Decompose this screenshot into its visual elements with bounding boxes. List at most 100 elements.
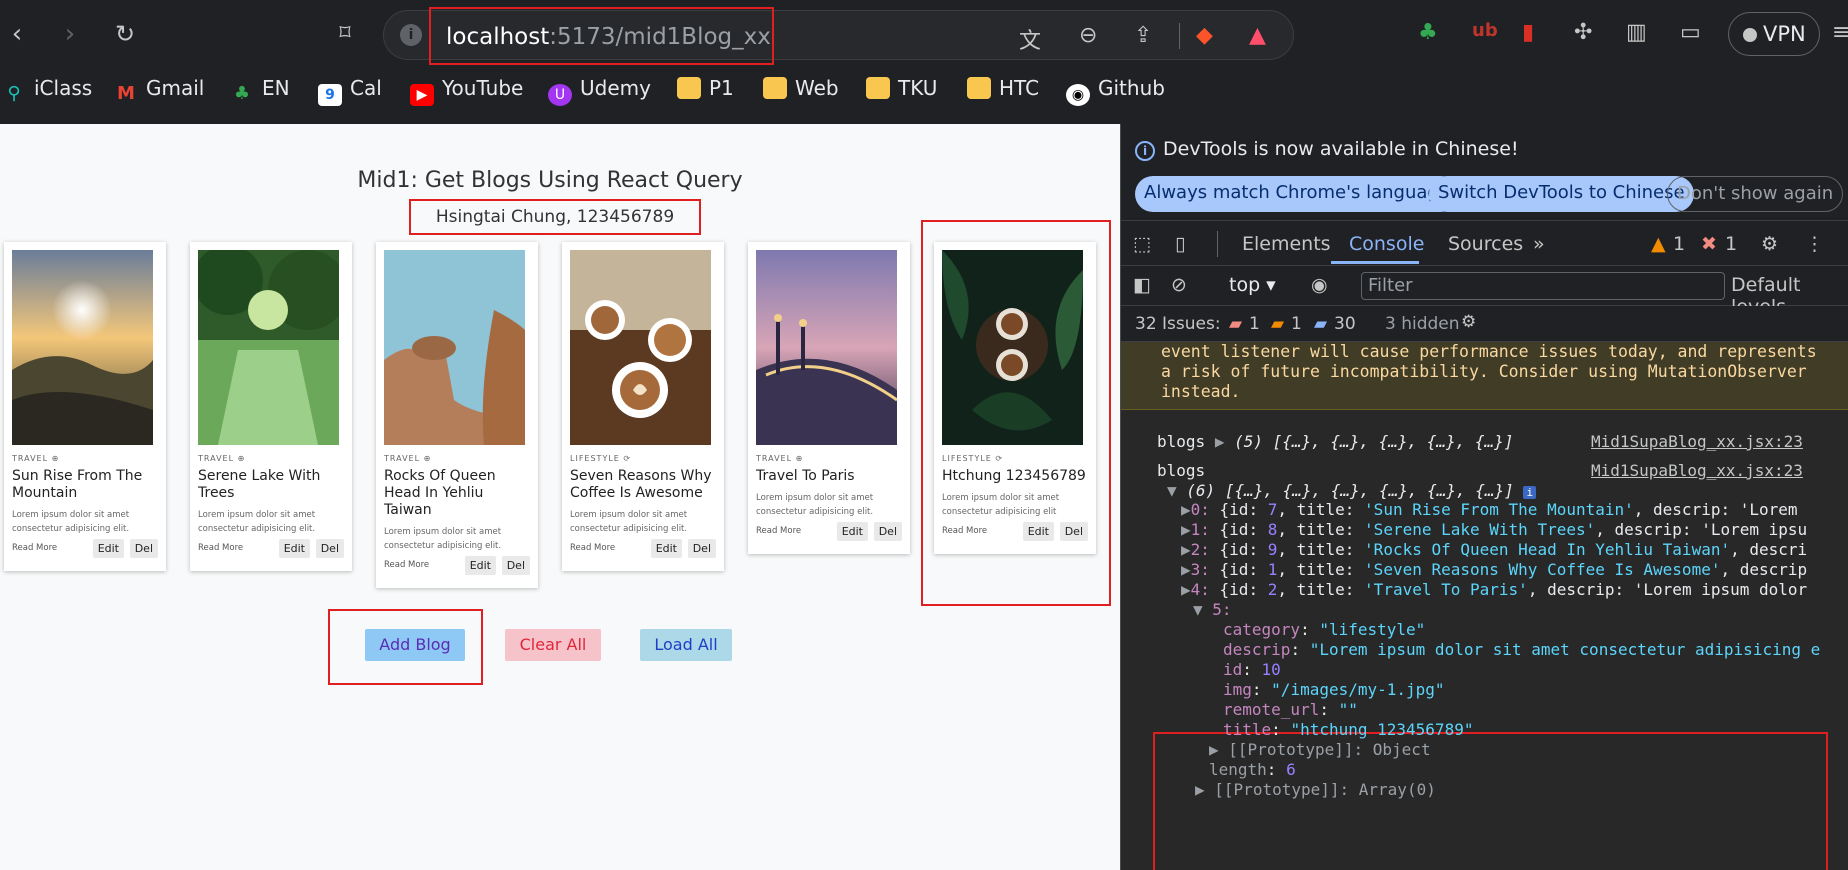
sidebar-toggle-icon[interactable]: ◧ bbox=[1133, 274, 1151, 296]
settings-gear-icon[interactable]: ⚙ bbox=[1761, 233, 1778, 255]
match-language-button[interactable]: Always match Chrome's language bbox=[1135, 176, 1459, 212]
array-item[interactable]: ▶3: {id: 1, title: 'Seven Reasons Why Co… bbox=[1181, 560, 1807, 579]
warning-icon[interactable]: ▲ bbox=[1651, 233, 1666, 255]
array-item[interactable]: ▶0: {id: 7, title: 'Sun Rise From The Mo… bbox=[1181, 500, 1798, 519]
wallet-icon[interactable]: ▭ bbox=[1680, 20, 1701, 45]
tab-sources[interactable]: Sources bbox=[1448, 233, 1523, 255]
bookmark-ext-icon[interactable]: ▮ bbox=[1522, 20, 1534, 45]
expand-arrow-icon[interactable]: ▶ bbox=[1181, 500, 1191, 519]
expand-arrow-icon[interactable]: ▶ bbox=[1195, 780, 1205, 799]
url-text[interactable]: localhost:5173/mid1Blog_xx bbox=[446, 24, 771, 50]
bookmark-cal[interactable]: 9 Cal bbox=[318, 76, 382, 106]
prop-value: "" bbox=[1338, 700, 1358, 719]
log-entry[interactable]: blogs ▶ (5) [{…}, {…}, {…}, {…}, {…}] bbox=[1157, 432, 1513, 451]
error-icon[interactable]: ✖ bbox=[1701, 233, 1717, 255]
add-blog-button[interactable]: Add Blog bbox=[365, 629, 465, 661]
brave-shield-icon[interactable]: ◆ bbox=[1196, 23, 1213, 48]
edit-button[interactable]: Edit bbox=[836, 522, 868, 541]
delete-button[interactable]: Del bbox=[129, 539, 158, 558]
read-more-link[interactable]: Read More bbox=[198, 543, 243, 553]
site-info-icon[interactable]: i bbox=[400, 24, 422, 46]
bookmark-tku[interactable]: TKU bbox=[866, 76, 937, 102]
live-expression-icon[interactable]: ◉ bbox=[1311, 274, 1328, 296]
delete-button[interactable]: Del bbox=[315, 539, 344, 558]
object-prototype[interactable]: ▶ [[Prototype]]: Object bbox=[1209, 740, 1431, 759]
forward-icon[interactable]: › bbox=[55, 20, 85, 48]
delete-button[interactable]: Del bbox=[501, 556, 530, 575]
expand-arrow-icon[interactable]: ▶ bbox=[1181, 540, 1191, 559]
issues-bar[interactable]: 32 Issues: ▰ 1 ▰ 1 ▰ 30 3 hidden ⚙ bbox=[1121, 306, 1848, 342]
evernote-ext-icon[interactable]: ♣ bbox=[1418, 20, 1438, 45]
bookmark-p1[interactable]: P1 bbox=[677, 76, 734, 102]
expand-arrow-icon[interactable]: ▶ bbox=[1181, 580, 1191, 599]
bookmark-youtube[interactable]: ▶ YouTube bbox=[410, 76, 523, 106]
vpn-button[interactable]: VPN bbox=[1728, 12, 1820, 56]
edit-button[interactable]: Edit bbox=[92, 539, 124, 558]
collapse-arrow-icon[interactable]: ▼ bbox=[1167, 481, 1177, 500]
log-source-link[interactable]: Mid1SupaBlog_xx.jsx:23 bbox=[1591, 461, 1803, 480]
read-more-link[interactable]: Read More bbox=[384, 560, 429, 570]
bookmark-en[interactable]: ♣ EN bbox=[230, 76, 290, 104]
array-item[interactable]: ▶1: {id: 8, title: 'Serene Lake With Tre… bbox=[1181, 520, 1807, 539]
array-item-expanded[interactable]: ▼ 5: bbox=[1193, 600, 1232, 619]
dont-show-again-button[interactable]: Don't show again bbox=[1667, 176, 1844, 212]
web-page: Mid1: Get Blogs Using React Query Hsingt… bbox=[0, 124, 1120, 870]
more-options-icon[interactable]: ⋮ bbox=[1805, 233, 1824, 255]
bookmark-udemy[interactable]: U Udemy bbox=[548, 76, 651, 106]
tab-elements[interactable]: Elements bbox=[1242, 233, 1331, 255]
array-item[interactable]: ▶4: {id: 2, title: 'Travel To Paris', de… bbox=[1181, 580, 1807, 599]
info-badge-icon[interactable]: i bbox=[1523, 486, 1537, 499]
clear-console-icon[interactable]: ⊘ bbox=[1171, 274, 1187, 296]
bookmark-web[interactable]: Web bbox=[763, 76, 839, 102]
expand-arrow-icon[interactable]: ▶ bbox=[1209, 740, 1219, 759]
menu-icon[interactable]: ≡ bbox=[1832, 20, 1848, 45]
filter-input[interactable]: Filter bbox=[1361, 272, 1725, 300]
bookmark-label: TKU bbox=[898, 76, 938, 100]
context-select[interactable]: top ▾ bbox=[1229, 274, 1276, 296]
read-more-link[interactable]: Read More bbox=[570, 543, 615, 553]
more-tabs-icon[interactable]: » bbox=[1533, 233, 1545, 255]
reload-icon[interactable]: ↻ bbox=[110, 20, 140, 48]
issues-settings-icon[interactable]: ⚙ bbox=[1461, 312, 1476, 332]
array-summary[interactable]: ▼ (6) [{…}, {…}, {…}, {…}, {…}, {…}] i bbox=[1167, 481, 1537, 500]
collapse-arrow-icon[interactable]: ▼ bbox=[1193, 600, 1203, 619]
brave-rewards-icon[interactable]: ▲ bbox=[1249, 23, 1266, 48]
array-prototype[interactable]: ▶ [[Prototype]]: Array(0) bbox=[1195, 780, 1436, 799]
read-more-link[interactable]: Read More bbox=[756, 526, 801, 536]
zoom-out-icon[interactable]: ⊖ bbox=[1079, 23, 1097, 48]
sidebar-icon[interactable]: ▥ bbox=[1626, 20, 1647, 45]
edit-button[interactable]: Edit bbox=[278, 539, 310, 558]
warning-count[interactable]: 1 bbox=[1673, 233, 1685, 255]
delete-button[interactable]: Del bbox=[873, 522, 902, 541]
clear-all-button[interactable]: Clear All bbox=[505, 629, 601, 661]
log-source-link[interactable]: Mid1SupaBlog_xx.jsx:23 bbox=[1591, 432, 1803, 451]
load-all-button[interactable]: Load All bbox=[640, 629, 732, 661]
array-item[interactable]: ▶2: {id: 9, title: 'Rocks Of Queen Head … bbox=[1181, 540, 1807, 559]
extensions-icon[interactable]: ✣ bbox=[1574, 20, 1592, 45]
log-entry[interactable]: blogs bbox=[1157, 461, 1205, 480]
card-category: TRAVEL ⊕ bbox=[756, 454, 804, 463]
error-count[interactable]: 1 bbox=[1725, 233, 1737, 255]
tab-console[interactable]: Console bbox=[1349, 233, 1424, 255]
address-bar[interactable]: i localhost:5173/mid1Blog_xx 文 ⊖ ⇪ ◆ ▲ bbox=[383, 7, 1294, 65]
bookmark-github[interactable]: ◉ Github bbox=[1066, 76, 1165, 106]
bookmark-htc[interactable]: HTC bbox=[967, 76, 1039, 102]
delete-button[interactable]: Del bbox=[687, 539, 716, 558]
edit-button[interactable]: Edit bbox=[464, 556, 496, 575]
device-toolbar-icon[interactable]: ▯ bbox=[1175, 233, 1185, 255]
ublock-icon[interactable]: ub bbox=[1472, 20, 1498, 41]
switch-chinese-button[interactable]: Switch DevTools to Chinese bbox=[1429, 176, 1694, 212]
bookmark-gmail[interactable]: M Gmail bbox=[114, 76, 204, 104]
share-icon[interactable]: ⇪ bbox=[1134, 23, 1152, 48]
edit-button[interactable]: Edit bbox=[650, 539, 682, 558]
read-more-link[interactable]: Read More bbox=[12, 543, 57, 553]
bookmark-iclass[interactable]: ⚲ iClass bbox=[2, 76, 92, 104]
expand-arrow-icon[interactable]: ▶ bbox=[1181, 520, 1191, 539]
bookmark-icon[interactable]: ⌑ bbox=[330, 20, 360, 48]
back-icon[interactable]: ‹ bbox=[2, 20, 32, 48]
translate-icon[interactable]: 文 bbox=[1019, 23, 1041, 55]
inspect-icon[interactable]: ⬚ bbox=[1133, 233, 1151, 255]
expand-arrow-icon[interactable]: ▶ bbox=[1181, 560, 1191, 579]
expand-arrow-icon[interactable]: ▶ bbox=[1215, 432, 1225, 451]
console-output: event listener will cause performance is… bbox=[1121, 342, 1848, 870]
